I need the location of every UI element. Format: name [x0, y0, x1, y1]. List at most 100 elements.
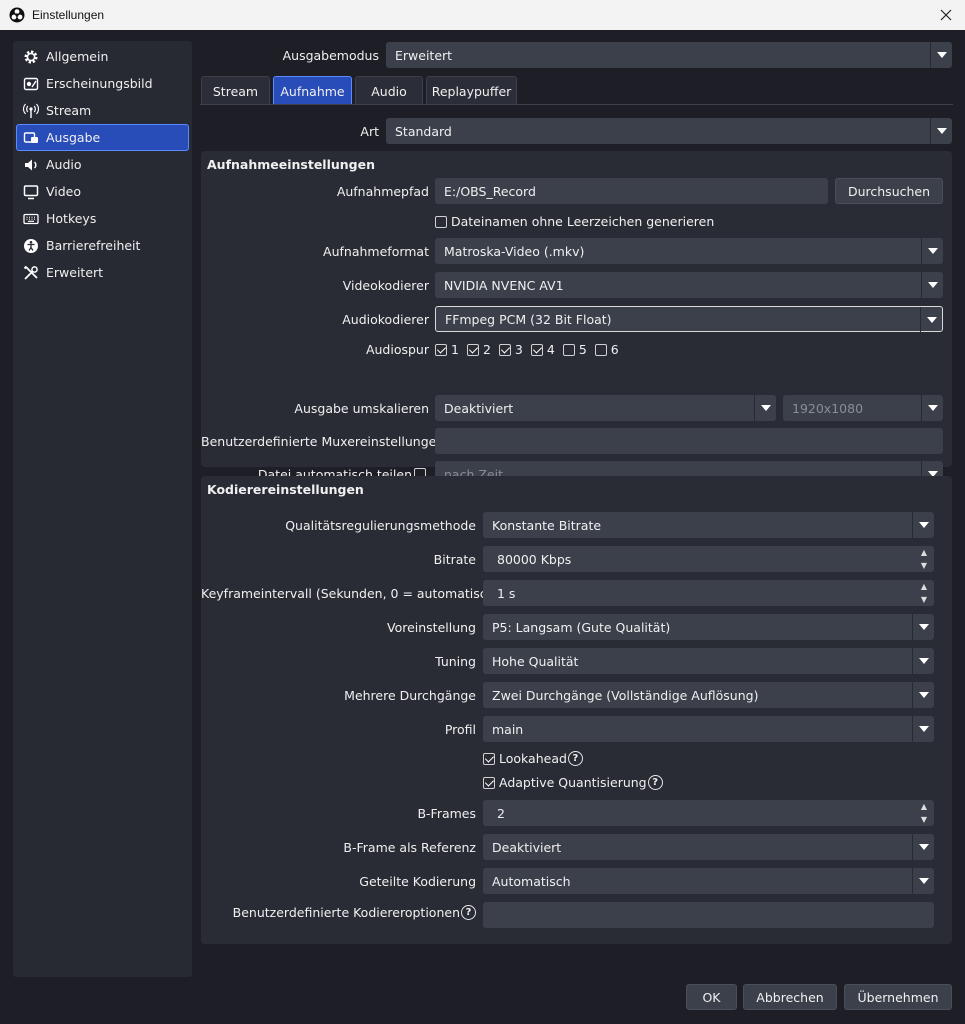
multipass-value: Zwei Durchgänge (Vollständige Auflösung) [492, 687, 759, 703]
sidebar-item-barrierefreiheit[interactable]: Barrierefreiheit [16, 232, 189, 259]
keyframe-interval-label: Keyframeintervall (Sekunden, 0 = automat… [201, 586, 500, 601]
chevron-down-icon[interactable]: ▼ [914, 559, 934, 572]
audio-track-number: 6 [610, 342, 619, 357]
help-icon[interactable]: ? [567, 751, 583, 766]
muxer-settings-input[interactable] [435, 428, 943, 454]
ok-button[interactable]: OK [686, 984, 737, 1010]
chevron-down-icon [912, 648, 934, 674]
accessibility-icon [22, 237, 40, 255]
audio-encoder-value: FFmpeg PCM (32 Bit Float) [445, 311, 612, 327]
custom-encoder-options-row: Benutzerdefinierte Kodiereroptionen ? [201, 905, 476, 920]
apply-button[interactable]: Übernehmen [844, 984, 952, 1010]
audio-track-number: 2 [482, 342, 491, 357]
preset-label: Voreinstellung [386, 620, 476, 635]
custom-encoder-options-input[interactable] [483, 902, 934, 928]
settings-window: Allgemein Erscheinungsbild Stream Ausgab… [0, 30, 965, 1024]
sidebar-item-video[interactable]: Video [16, 178, 189, 205]
bitrate-spinbox[interactable]: 80000 Kbps ▲ ▼ [483, 546, 934, 572]
chevron-up-icon[interactable]: ▲ [914, 580, 934, 593]
sidebar-item-audio[interactable]: Audio [16, 151, 189, 178]
audio-track-3-checkbox[interactable]: 3 [498, 342, 523, 357]
audio-track-1-checkbox[interactable]: 1 [435, 342, 459, 357]
sidebar-item-stream[interactable]: Stream [16, 97, 189, 124]
adaptive-quantization-checkbox[interactable]: Adaptive Quantisierung ? [483, 775, 663, 790]
bframe-ref-select[interactable]: Deaktiviert [483, 834, 934, 860]
audio-track-2-checkbox[interactable]: 2 [466, 342, 491, 357]
multipass-label: Mehrere Durchgänge [344, 688, 476, 703]
checkbox-box [594, 343, 607, 356]
rate-control-select[interactable]: Konstante Bitrate [483, 512, 934, 538]
multipass-select[interactable]: Zwei Durchgänge (Vollständige Auflösung) [483, 682, 934, 708]
profile-label: Profil [444, 722, 476, 737]
checkbox-box [498, 343, 511, 356]
profile-select[interactable]: main [483, 716, 934, 742]
rescale-value: Deaktiviert [444, 400, 514, 416]
browse-button[interactable]: Durchsuchen [835, 178, 943, 204]
audio-track-4-checkbox[interactable]: 4 [530, 342, 555, 357]
cancel-button[interactable]: Abbrechen [743, 984, 837, 1010]
chevron-down-icon[interactable]: ▼ [914, 593, 934, 606]
chevron-up-icon[interactable]: ▲ [914, 800, 934, 813]
split-encode-select[interactable]: Automatisch [483, 868, 934, 894]
no-space-filename-checkbox[interactable]: Dateinamen ohne Leerzeichen generieren [435, 214, 714, 229]
keyboard-icon [22, 210, 40, 228]
checkbox-box [530, 343, 543, 356]
bframes-spinbox[interactable]: 2 ▲ ▼ [483, 800, 934, 826]
keyframe-interval-spinbox[interactable]: 1 s ▲ ▼ [483, 580, 934, 606]
profile-value: main [492, 721, 524, 737]
sidebar-item-erweitert[interactable]: Erweitert [16, 259, 189, 286]
type-value: Standard [395, 123, 452, 139]
encoder-settings-group: Kodierereinstellungen Qualitätsregulieru… [201, 476, 952, 944]
encoder-settings-title: Kodierereinstellungen [207, 482, 364, 497]
help-icon[interactable]: ? [461, 905, 476, 920]
sidebar-item-hotkeys[interactable]: Hotkeys [16, 205, 189, 232]
audio-track-6-checkbox[interactable]: 6 [594, 342, 619, 357]
chevron-down-icon [912, 868, 934, 894]
chevron-up-icon[interactable]: ▲ [914, 546, 934, 559]
spin-buttons[interactable]: ▲ ▼ [914, 546, 934, 572]
checkbox-box [435, 215, 447, 228]
sidebar-item-label: Barrierefreiheit [46, 238, 141, 253]
custom-encoder-options-label: Benutzerdefinierte Kodiereroptionen [232, 905, 460, 920]
video-encoder-label: Videokodierer [342, 278, 429, 293]
recording-path-input[interactable]: E:/OBS_Record [435, 178, 828, 204]
tab-underline [200, 104, 953, 105]
monitor-icon [22, 183, 40, 201]
bframes-label: B-Frames [417, 806, 476, 821]
tab-replaypuffer[interactable]: Replaypuffer [426, 76, 517, 105]
tab-aufnahme[interactable]: Aufnahme [273, 76, 352, 105]
audio-track-group: 1 2 3 4 5 6 [435, 342, 619, 357]
tab-stream[interactable]: Stream [201, 76, 270, 105]
sidebar-item-ausgabe[interactable]: Ausgabe [16, 124, 189, 151]
tab-audio[interactable]: Audio [355, 76, 423, 105]
spin-buttons[interactable]: ▲ ▼ [914, 800, 934, 826]
lookahead-label: Lookahead [499, 751, 567, 766]
help-icon[interactable]: ? [647, 775, 663, 790]
spin-buttons[interactable]: ▲ ▼ [914, 580, 934, 606]
close-icon[interactable] [937, 6, 955, 24]
tuning-select[interactable]: Hohe Qualität [483, 648, 934, 674]
output-mode-select[interactable]: Erweitert [386, 42, 952, 68]
lookahead-checkbox[interactable]: Lookahead ? [483, 751, 583, 766]
chevron-down-icon[interactable]: ▼ [914, 813, 934, 826]
audio-track-number: 5 [578, 342, 587, 357]
type-select[interactable]: Standard [386, 118, 952, 144]
tuning-label: Tuning [435, 654, 476, 669]
rescale-select[interactable]: Deaktiviert [435, 395, 776, 421]
audio-track-5-checkbox[interactable]: 5 [562, 342, 587, 357]
recording-format-select[interactable]: Matroska-Video (.mkv) [435, 238, 943, 264]
sidebar-item-label: Video [46, 184, 82, 199]
audio-encoder-select[interactable]: FFmpeg PCM (32 Bit Float) [435, 306, 943, 333]
preset-select[interactable]: P5: Langsam (Gute Qualität) [483, 614, 934, 640]
preset-value: P5: Langsam (Gute Qualität) [492, 619, 671, 635]
rate-control-value: Konstante Bitrate [492, 517, 602, 533]
sidebar-item-erscheinungsbild[interactable]: Erscheinungsbild [16, 70, 189, 97]
checkbox-box [483, 752, 495, 765]
broadcast-icon [22, 102, 40, 120]
video-encoder-select[interactable]: NVIDIA NVENC AV1 [435, 272, 943, 298]
sidebar: Allgemein Erscheinungsbild Stream Ausgab… [13, 41, 192, 977]
rescale-resolution-select[interactable]: 1920x1080 [783, 395, 943, 421]
sidebar-item-label: Erweitert [46, 265, 104, 280]
sidebar-item-allgemein[interactable]: Allgemein [16, 43, 189, 70]
keyframe-interval-value: 1 s [497, 585, 516, 601]
